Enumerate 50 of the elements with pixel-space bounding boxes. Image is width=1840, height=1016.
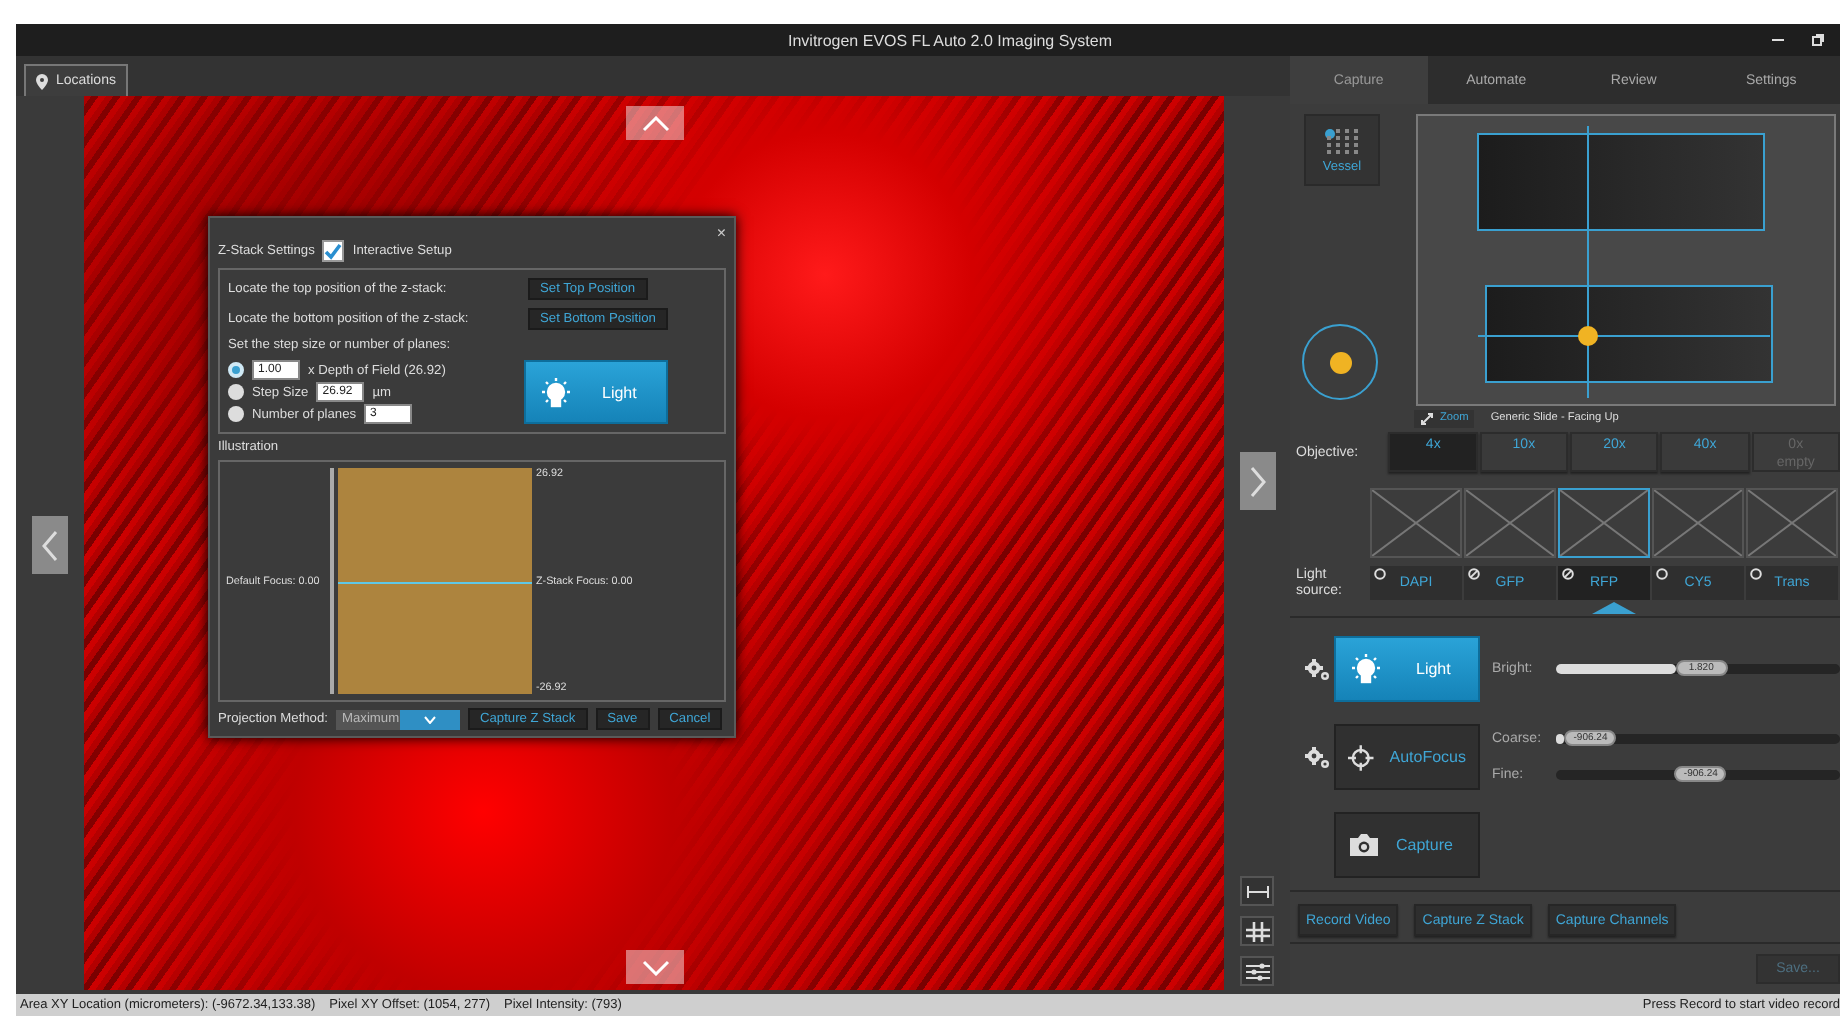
well-plate-icon — [1324, 127, 1360, 155]
ruler-tool-button[interactable] — [1240, 876, 1274, 906]
scroll-down-button[interactable] — [626, 950, 684, 984]
restore-icon — [1812, 34, 1824, 46]
chevron-right-icon — [1247, 465, 1267, 497]
grid-tool-button[interactable] — [1240, 916, 1274, 946]
minimize-icon — [1772, 34, 1784, 46]
cross-placeholder-icon — [1560, 490, 1648, 556]
adjust-tool-button[interactable] — [1240, 956, 1274, 986]
camera-icon — [1348, 832, 1380, 858]
cross-placeholder-icon — [1372, 490, 1460, 556]
light-bulb-icon — [1348, 652, 1384, 686]
caret-down-icon — [424, 715, 437, 723]
autofocus-button[interactable]: AutoFocus — [1334, 724, 1480, 790]
radio-button[interactable] — [228, 384, 244, 400]
grid-icon — [1245, 921, 1269, 941]
joystick-control[interactable] — [1302, 324, 1378, 400]
next-button[interactable] — [1239, 452, 1275, 510]
settings-icon — [1300, 657, 1334, 681]
light-bulb-icon — [538, 375, 574, 409]
cross-placeholder-icon — [1466, 490, 1554, 556]
cross-placeholder-icon — [1654, 490, 1742, 556]
filter-cube-thumbnail[interactable] — [1652, 488, 1744, 558]
chevron-down-icon — [641, 959, 669, 975]
filter-cube-thumbnail[interactable] — [1370, 488, 1462, 558]
filter-cube-thumbnail[interactable] — [1558, 488, 1650, 558]
check-icon — [324, 242, 343, 260]
sliders-icon — [1245, 961, 1269, 981]
capture-button[interactable]: Capture — [1334, 812, 1480, 878]
light-button[interactable]: Light — [1334, 636, 1480, 702]
scroll-up-button[interactable] — [626, 106, 684, 140]
window-title: Invitrogen EVOS FL Auto 2.0 Imaging System — [788, 31, 1113, 49]
settings-icon — [1300, 745, 1334, 769]
measure-icon — [1245, 881, 1269, 901]
cross-placeholder-icon — [1748, 490, 1836, 556]
filter-cube-thumbnail[interactable] — [1746, 488, 1838, 558]
expand-icon — [1420, 411, 1434, 425]
radio-button[interactable] — [228, 406, 244, 422]
light-button[interactable]: Light — [524, 360, 668, 424]
filter-cube-thumbnail[interactable] — [1464, 488, 1556, 558]
crosshair-icon — [1348, 741, 1374, 773]
chevron-up-icon — [641, 115, 669, 131]
chevron-left-icon — [40, 529, 60, 561]
interactive-setup-checkbox[interactable] — [322, 240, 345, 262]
position-dot — [1329, 351, 1351, 373]
previous-button[interactable] — [32, 516, 68, 574]
map-pin-icon — [36, 73, 48, 89]
radio-button[interactable] — [228, 362, 244, 378]
pointer-triangle-icon — [1592, 602, 1637, 614]
close-button[interactable]: × — [716, 224, 726, 242]
